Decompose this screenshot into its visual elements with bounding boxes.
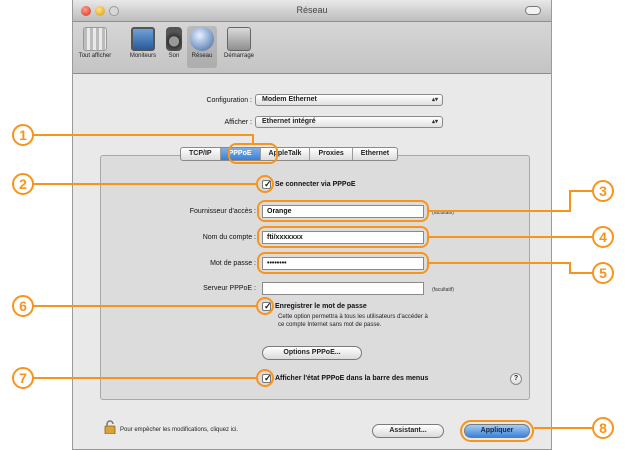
callout-2: 2 bbox=[12, 173, 34, 195]
callout-5: 5 bbox=[592, 262, 614, 284]
callout-3: 3 bbox=[592, 180, 614, 202]
leader-line-3 bbox=[429, 190, 592, 212]
callout-7: 7 bbox=[12, 367, 34, 389]
callout-leader-lines bbox=[34, 134, 592, 429]
callout-8: 8 bbox=[592, 417, 614, 439]
callout-1: 1 bbox=[12, 124, 34, 146]
leader-line-1 bbox=[34, 134, 254, 143]
stage: Réseau Tout afficher Moniteurs Son Résea… bbox=[0, 0, 626, 450]
leader-line-5 bbox=[429, 262, 592, 274]
callout-6: 6 bbox=[12, 295, 34, 317]
callout-4: 4 bbox=[592, 226, 614, 248]
